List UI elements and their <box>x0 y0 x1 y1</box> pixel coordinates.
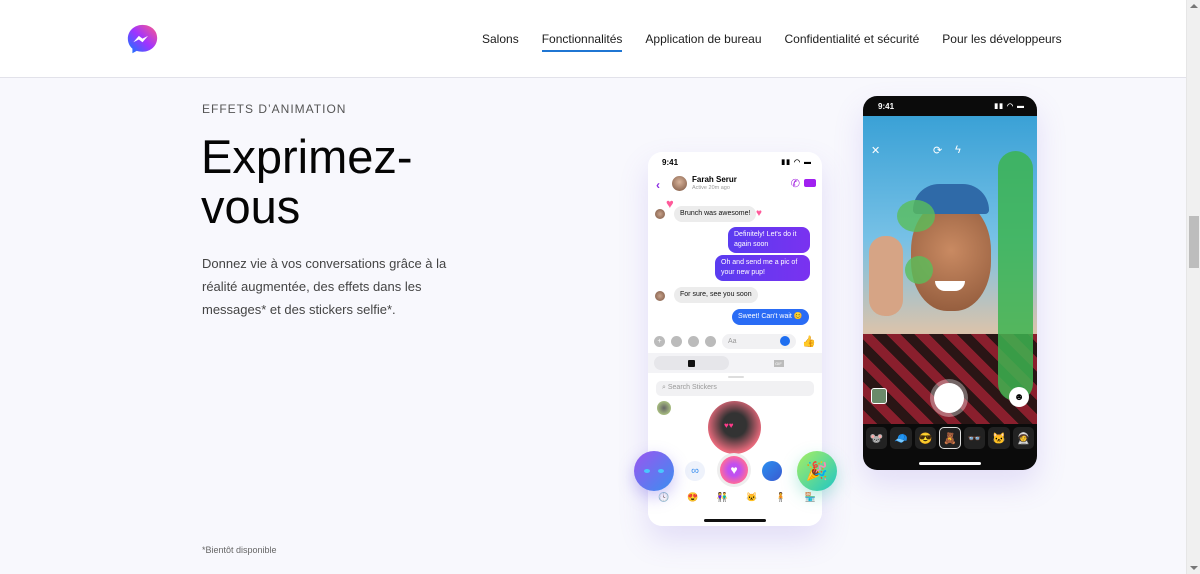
contact-avatar <box>672 176 687 191</box>
sticker-category-row: 🕓 😍 👫 🐱 🧍 🏪 <box>658 492 816 503</box>
selfie-sticker-thumbnail[interactable] <box>657 401 671 415</box>
status-time: 9:41 <box>878 102 895 111</box>
effect-astronaut-icon[interactable]: 🧑‍🚀 <box>1012 427 1034 449</box>
floating-party-popper-sticker: 🎉 <box>797 451 837 491</box>
sticker-category-icon[interactable]: 🧍 <box>775 492 786 503</box>
footnote: *Bientôt disponible <box>202 545 277 555</box>
nav-fonctionnalites[interactable]: Fonctionnalités <box>541 32 622 52</box>
gif-icon: GIF <box>773 359 784 367</box>
section-description: Donnez vie à vos conversations grâce à l… <box>202 256 447 317</box>
nav-developpeurs[interactable]: Pour les développeurs <box>942 32 1061 46</box>
contact-name: Farah Serur <box>692 175 737 184</box>
message-composer: + Aa 👍 <box>654 332 816 350</box>
section-eyebrow: EFFETS D’ANIMATION <box>202 102 347 116</box>
scroll-up-arrow-icon[interactable] <box>1190 4 1198 8</box>
phone-call-icon: ✆ <box>790 178 800 190</box>
heart-sticker-icon[interactable]: ♥ <box>720 456 748 484</box>
drag-handle[interactable] <box>728 376 744 378</box>
flip-camera-icon[interactable]: ⟳ <box>933 144 942 157</box>
waving-hand <box>869 236 903 316</box>
chat-header: ‹ Farah Serur Active 20m ago ✆ <box>648 174 822 194</box>
sticker-search-input[interactable]: ⌕ Search Stickers <box>656 381 814 396</box>
contact-mini-avatar <box>655 291 665 301</box>
sticker-row: ∞ ♥ <box>648 456 822 486</box>
home-indicator <box>919 462 981 465</box>
flash-off-icon[interactable]: ϟ <box>955 144 961 156</box>
camera-icon[interactable] <box>671 335 682 347</box>
chat-phone-mockup: 9:41 ▮▮ ◠ ▬ ‹ Farah Serur Active 20m ago… <box>648 152 822 526</box>
message-bubble-outgoing: Definitely! Let's do it again soon <box>728 227 810 253</box>
floating-crying-sticker <box>634 451 674 491</box>
gallery-thumbnail[interactable] <box>871 388 887 404</box>
camera-viewfinder: ✕ ⟳ ϟ <box>863 116 1037 424</box>
sticker-category-icon[interactable]: 🐱 <box>746 492 757 503</box>
message-bubble-incoming: Brunch was awesome! <box>674 206 757 222</box>
message-bubble-outgoing: Sweet! Can't wait 😊 <box>732 309 809 325</box>
sticker-icon <box>688 359 695 367</box>
heart-effect-icon: ♥ <box>666 196 674 211</box>
plus-icon[interactable]: + <box>654 335 665 347</box>
emoji-icon[interactable] <box>780 336 791 346</box>
messenger-logo-icon[interactable] <box>126 23 159 56</box>
heart-effect-icon: ♥ <box>756 208 762 219</box>
contact-mini-avatar <box>655 209 665 219</box>
signal-battery-icon: ▮▮ ◠ ▬ <box>781 159 812 166</box>
effect-glasses-icon[interactable]: 👓 <box>963 427 986 449</box>
home-indicator <box>704 519 766 522</box>
scroll-thumb[interactable] <box>1189 216 1199 268</box>
contact-status: Active 20m ago <box>692 185 730 191</box>
scrollbar[interactable] <box>1186 0 1200 574</box>
selfie-sticker-preview: ♥♥ <box>708 401 761 454</box>
ar-balloon <box>897 200 935 232</box>
effect-whiskers-icon[interactable]: 🐭 <box>866 427 888 449</box>
crying-sticker-icon[interactable] <box>762 461 782 481</box>
message-bubble-incoming: For sure, see you soon <box>674 287 758 303</box>
effect-hat-icon[interactable]: 🧢 <box>890 427 912 449</box>
sticker-category-icon[interactable]: 👫 <box>717 492 728 503</box>
close-icon[interactable]: ✕ <box>871 144 880 157</box>
site-header: Salons Fonctionnalités Application de bu… <box>0 0 1186 78</box>
microphone-icon[interactable] <box>705 335 716 347</box>
sticker-category-icon[interactable]: 😍 <box>687 492 698 503</box>
nav-application-de-bureau[interactable]: Application de bureau <box>645 32 761 46</box>
tab-gif[interactable]: GIF <box>741 356 816 370</box>
store-icon[interactable]: 🏪 <box>805 492 816 503</box>
signal-battery-icon: ▮▮ ◠ ▬ <box>994 103 1025 110</box>
effect-balloon-animal-icon[interactable]: 🧸 <box>939 427 961 449</box>
video-call-icon <box>804 179 816 187</box>
recent-clock-icon[interactable]: 🕓 <box>658 492 669 503</box>
scroll-down-arrow-icon[interactable] <box>1190 566 1198 570</box>
effects-tray: 🐭 🧢 😎 🧸 👓 🐱 🧑‍🚀 <box>866 427 1034 451</box>
sticker-search-placeholder: Search Stickers <box>667 384 717 391</box>
tray-tabs: GIF <box>648 353 822 373</box>
sticker-panel: ⌕ Search Stickers ♥♥ ∞ ♥ 🕓 😍 👫 🐱 🧍 🏪 <box>648 374 822 526</box>
nav-salons[interactable]: Salons <box>482 32 519 46</box>
heart-glasses-icon: ♥♥ <box>724 421 734 430</box>
effects-icon[interactable]: ☻ <box>1009 387 1029 407</box>
tab-stickers[interactable] <box>654 356 729 370</box>
status-bar: 9:41 ▮▮ ◠ ▬ <box>662 158 812 167</box>
status-time: 9:41 <box>662 158 679 167</box>
status-bar: 9:41 ▮▮ ◠ ▬ <box>878 102 1025 111</box>
camera-phone-mockup: 9:41 ▮▮ ◠ ▬ ✕ ⟳ ϟ ☻ 🐭 🧢 😎 🧸 👓 🐱 🧑‍🚀 <box>863 96 1037 470</box>
message-bubble-outgoing: Oh and send me a pic of your new pup! <box>715 255 810 281</box>
infinity-sticker-icon[interactable]: ∞ <box>685 461 705 481</box>
message-input[interactable]: Aa <box>722 333 797 349</box>
ar-cactus-balloon <box>998 151 1033 401</box>
nav-confidentialite[interactable]: Confidentialité et sécurité <box>785 32 920 46</box>
main-nav: Salons Fonctionnalités Application de bu… <box>482 32 1085 52</box>
effect-cat-ears-icon[interactable]: 🐱 <box>988 427 1010 449</box>
shutter-button[interactable] <box>934 383 964 413</box>
back-chevron-icon: ‹ <box>656 178 660 192</box>
message-input-placeholder: Aa <box>728 337 737 345</box>
effect-sunglasses-icon[interactable]: 😎 <box>914 427 937 449</box>
image-icon[interactable] <box>688 335 699 347</box>
ar-balloon <box>905 256 933 284</box>
thumbs-up-icon[interactable]: 👍 <box>802 335 816 348</box>
page-title: Exprimez-vous <box>201 130 413 233</box>
